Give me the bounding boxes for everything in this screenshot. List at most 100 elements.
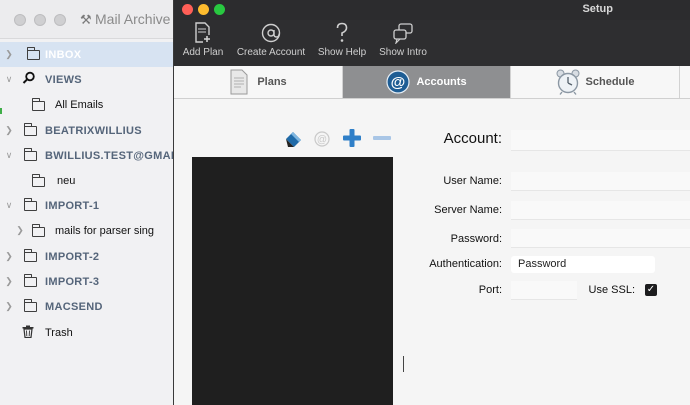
show-help-label: Show Help	[317, 47, 367, 58]
add-account-button[interactable]	[342, 128, 362, 153]
sidebar-item-trash[interactable]: Trash	[0, 320, 175, 345]
server-name-field[interactable]	[511, 201, 690, 220]
setup-tabs: Plans @ Accounts Schedule	[174, 66, 690, 99]
sidebar-item-mails-for-parser[interactable]: ❯ mails for parser sing	[0, 218, 175, 243]
alarm-clock-icon	[556, 69, 580, 95]
search-icon	[22, 71, 36, 88]
at-sign-icon: @	[386, 70, 411, 94]
sidebar-item-label: BWILLIUS.TEST@GMAI	[45, 149, 175, 162]
minimize-window-button[interactable]	[34, 14, 46, 26]
sidebar-item-inbox[interactable]: ❯ INBOX	[0, 42, 175, 67]
sidebar-item-all-emails[interactable]: All Emails	[0, 92, 175, 117]
folder-icon	[32, 224, 45, 237]
sidebar-item-label: VIEWS	[45, 73, 82, 86]
at-sign-icon: @	[314, 131, 330, 147]
chevron-down-icon[interactable]: ∨	[4, 200, 14, 211]
window-title: Mail Archive	[95, 11, 171, 27]
sidebar-item-label: IMPORT-3	[45, 275, 100, 288]
tab-accounts-label: Accounts	[416, 76, 467, 88]
zoom-window-button[interactable]	[54, 14, 66, 26]
chevron-right-icon[interactable]: ❯	[4, 276, 14, 287]
show-help-button[interactable]: Show Help	[317, 22, 367, 58]
tab-plans[interactable]: Plans	[174, 66, 342, 98]
svg-text:@: @	[391, 74, 406, 91]
account-at-button[interactable]: @	[314, 131, 330, 152]
folder-icon	[32, 174, 45, 187]
plus-icon	[343, 129, 361, 147]
tab-schedule[interactable]: Schedule	[511, 66, 679, 98]
sidebar-item-views[interactable]: ∨ VIEWS	[0, 67, 175, 92]
setup-window-title: Setup	[582, 3, 613, 15]
add-plan-label: Add Plan	[182, 47, 224, 58]
svg-text:@: @	[317, 135, 327, 146]
minus-icon	[373, 136, 391, 140]
sidebar-item-label: Trash	[45, 326, 73, 339]
user-name-field[interactable]	[511, 172, 690, 191]
mail-archive-titlebar: ⚒ Mail Archive	[0, 0, 175, 39]
sidebar: ❯ INBOX ∨ VIEWS All Emails ❯ BEATRIXWILL…	[0, 42, 175, 405]
sidebar-item-label: All Emails	[55, 98, 104, 111]
at-sign-icon	[261, 23, 281, 43]
sidebar-item-label: neu	[57, 174, 76, 187]
tab-schedule-label: Schedule	[585, 76, 635, 88]
folder-icon	[24, 299, 37, 312]
edit-account-button[interactable]	[284, 130, 304, 153]
sidebar-item-beatrixwillius[interactable]: ❯ BEATRIXWILLIUS	[0, 118, 175, 143]
account-list[interactable]	[192, 157, 393, 405]
app-icon: ⚒	[80, 12, 92, 27]
account-label: Account:	[443, 130, 502, 147]
folder-icon	[24, 274, 37, 287]
sidebar-item-neu[interactable]: neu	[0, 168, 175, 193]
document-icon	[230, 69, 248, 95]
chevron-right-icon[interactable]: ❯	[4, 251, 14, 262]
sidebar-item-label: MACSEND	[45, 300, 103, 313]
folder-icon	[24, 198, 37, 211]
chevron-down-icon[interactable]: ∨	[4, 150, 14, 161]
sidebar-item-label: IMPORT-1	[45, 199, 100, 212]
sidebar-item-import-3[interactable]: ❯ IMPORT-3	[0, 269, 175, 294]
folder-icon	[32, 98, 45, 111]
authentication-label: Authentication:	[429, 258, 502, 270]
show-intro-button[interactable]: Show Intro	[377, 22, 429, 58]
port-label: Port:	[478, 284, 502, 296]
sidebar-item-bwillius-test[interactable]: ∨ BWILLIUS.TEST@GMAI	[0, 143, 175, 168]
port-field[interactable]	[511, 281, 577, 300]
folder-icon	[24, 148, 37, 161]
setup-window: Setup Add Plan Create Account Show Help …	[173, 0, 690, 405]
use-ssl-checkbox[interactable]: ✓	[645, 284, 657, 296]
folder-icon	[24, 123, 37, 136]
chevron-right-icon[interactable]: ❯	[15, 225, 25, 236]
add-plan-icon	[195, 22, 211, 43]
chevron-right-icon[interactable]: ❯	[4, 301, 14, 312]
chevron-right-icon[interactable]: ❯	[4, 49, 14, 60]
close-window-button[interactable]	[14, 14, 26, 26]
sidebar-item-label: IMPORT-2	[45, 250, 100, 263]
sidebar-item-label: mails for parser sing	[55, 224, 155, 237]
account-field[interactable]	[511, 130, 690, 151]
text-cursor	[403, 356, 404, 372]
sidebar-item-label: INBOX	[45, 48, 82, 61]
show-intro-label: Show Intro	[379, 47, 427, 58]
password-field[interactable]	[511, 229, 690, 248]
tab-divider	[679, 66, 680, 98]
speech-bubbles-icon	[393, 23, 413, 44]
create-account-label: Create Account	[236, 47, 306, 58]
sidebar-item-import-1[interactable]: ∨ IMPORT-1	[0, 193, 175, 218]
password-label: Password:	[450, 233, 502, 245]
pencil-icon	[286, 132, 301, 147]
add-plan-button[interactable]: Add Plan	[182, 22, 224, 58]
trash-icon	[22, 325, 34, 341]
setup-toolbar: Add Plan Create Account Show Help Show I…	[174, 20, 690, 66]
sidebar-item-import-2[interactable]: ❯ IMPORT-2	[0, 244, 175, 269]
create-account-button[interactable]: Create Account	[236, 22, 306, 58]
tab-accounts[interactable]: @ Accounts	[343, 66, 510, 98]
setup-titlebar: Setup	[174, 0, 690, 20]
help-icon	[336, 22, 348, 42]
authentication-select[interactable]: Password	[511, 256, 655, 273]
folder-icon	[27, 47, 40, 60]
remove-account-button[interactable]	[372, 128, 392, 153]
sidebar-item-label: BEATRIXWILLIUS	[45, 124, 142, 137]
chevron-right-icon[interactable]: ❯	[4, 125, 14, 136]
sidebar-item-macsend[interactable]: ❯ MACSEND	[0, 294, 175, 319]
chevron-down-icon[interactable]: ∨	[4, 74, 14, 85]
